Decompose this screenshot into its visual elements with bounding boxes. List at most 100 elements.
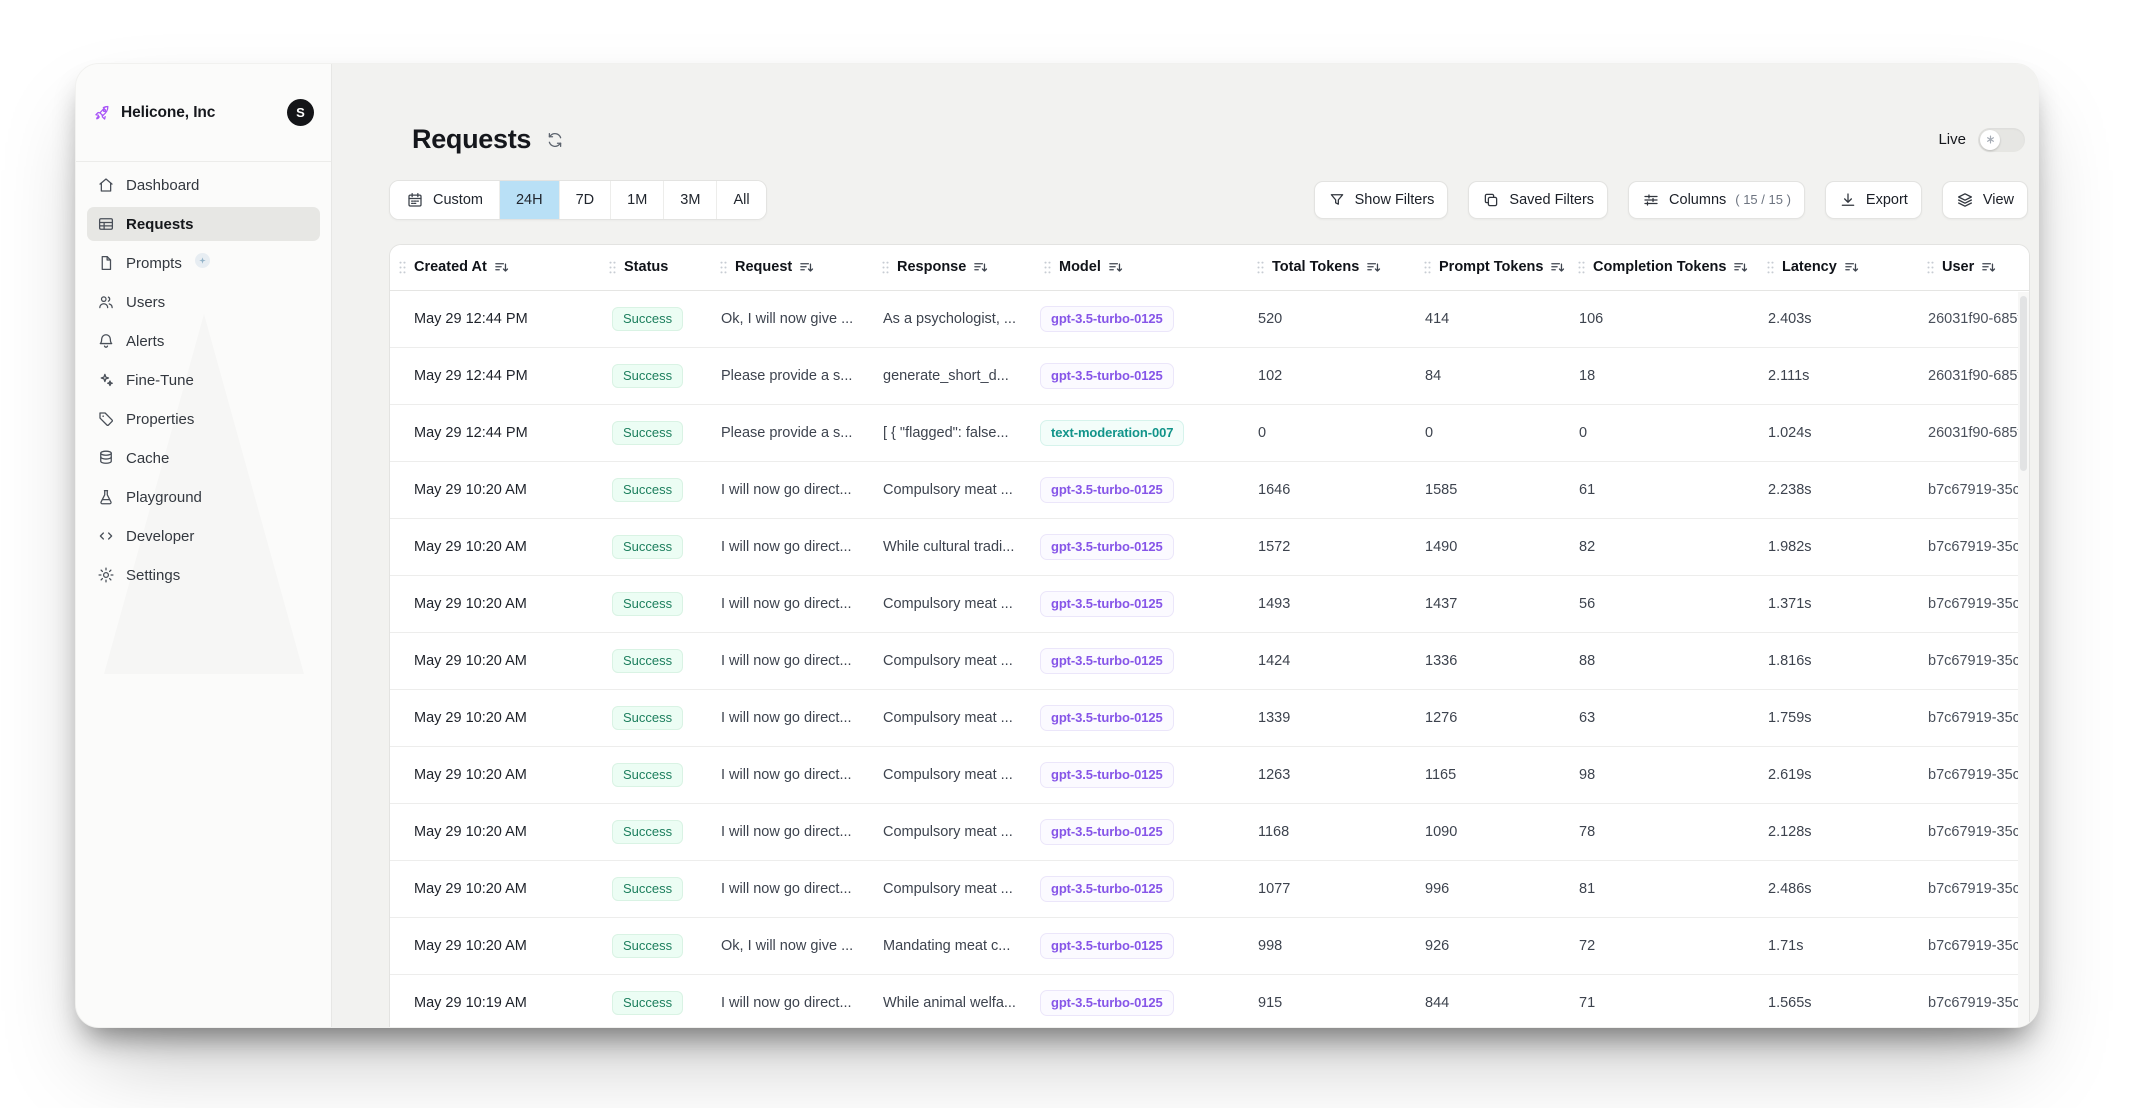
drag-handle-icon[interactable] — [1577, 260, 1586, 275]
cell-request: I will now go direct... — [714, 710, 876, 726]
sort-icon[interactable] — [494, 260, 509, 275]
sort-icon[interactable] — [1550, 260, 1565, 275]
cell-response: Compulsory meat ... — [876, 653, 1038, 669]
table-row[interactable]: May 29 10:20 AMSuccessI will now go dire… — [390, 633, 2029, 690]
sidebar-item-label: Requests — [126, 216, 194, 233]
sort-icon[interactable] — [1733, 260, 1748, 275]
table-row[interactable]: May 29 10:20 AMSuccessI will now go dire… — [390, 861, 2029, 918]
cell-response: Compulsory meat ... — [876, 824, 1038, 840]
status-badge: Success — [612, 592, 683, 616]
table-row[interactable]: May 29 12:44 PMSuccessPlease provide a s… — [390, 348, 2029, 405]
column-header-status[interactable]: Status — [603, 259, 714, 275]
drag-handle-icon[interactable] — [1766, 260, 1775, 275]
sidebar-item-label: Users — [126, 294, 165, 311]
table-row[interactable]: May 29 10:20 AMSuccessOk, I will now giv… — [390, 918, 2029, 975]
column-header-model[interactable]: Model — [1038, 259, 1251, 275]
drag-handle-icon[interactable] — [881, 260, 890, 275]
table-scrollbar[interactable] — [2018, 292, 2029, 1027]
drag-handle-icon[interactable] — [1043, 260, 1052, 275]
live-toggle[interactable] — [1978, 128, 2025, 152]
table-row[interactable]: May 29 12:44 PMSuccessOk, I will now giv… — [390, 291, 2029, 348]
table-row[interactable]: May 29 10:20 AMSuccessI will now go dire… — [390, 747, 2029, 804]
column-header-completion-tokens[interactable]: Completion Tokens — [1572, 259, 1761, 275]
drag-handle-icon[interactable] — [398, 260, 407, 275]
org-switcher[interactable]: Helicone, Inc S — [76, 64, 331, 162]
filter-row: Custom24H7D1M3MAll Show Filters Saved Fil… — [389, 180, 2028, 220]
column-label: Total Tokens — [1272, 259, 1359, 275]
sidebar-item-properties[interactable]: Properties — [87, 402, 320, 436]
cell-user: b7c67919-35c1 — [1921, 824, 2030, 840]
time-range-24h[interactable]: 24H — [499, 181, 559, 219]
sort-icon[interactable] — [1844, 260, 1859, 275]
cell-status: Success — [603, 763, 714, 787]
drag-handle-icon[interactable] — [719, 260, 728, 275]
table-row[interactable]: May 29 10:19 AMSuccessI will now go dire… — [390, 975, 2029, 1027]
cell-created-at: May 29 10:20 AM — [390, 938, 603, 954]
table-row[interactable]: May 29 12:44 PMSuccessPlease provide a s… — [390, 405, 2029, 462]
cell-response: Mandating meat c... — [876, 938, 1038, 954]
time-range-7d[interactable]: 7D — [559, 181, 611, 219]
sort-icon[interactable] — [799, 260, 814, 275]
column-header-prompt-tokens[interactable]: Prompt Tokens — [1418, 259, 1572, 275]
drag-handle-icon[interactable] — [1423, 260, 1432, 275]
sidebar-item-prompts[interactable]: Prompts — [87, 246, 320, 280]
cell-total-tokens: 998 — [1251, 938, 1418, 954]
drag-handle-icon[interactable] — [608, 260, 617, 275]
column-header-latency[interactable]: Latency — [1761, 259, 1921, 275]
cell-completion-tokens: 78 — [1572, 824, 1761, 840]
sort-icon[interactable] — [973, 260, 988, 275]
toggle-knob-asterisk-icon — [1980, 130, 2000, 150]
export-button[interactable]: Export — [1825, 181, 1922, 219]
sidebar-item-cache[interactable]: Cache — [87, 441, 320, 475]
column-header-request[interactable]: Request — [714, 259, 876, 275]
avatar[interactable]: S — [287, 99, 314, 126]
cell-completion-tokens: 72 — [1572, 938, 1761, 954]
columns-button[interactable]: Columns( 15 / 15 ) — [1628, 181, 1805, 219]
cell-total-tokens: 0 — [1251, 425, 1418, 441]
cell-completion-tokens: 81 — [1572, 881, 1761, 897]
sidebar-item-alerts[interactable]: Alerts — [87, 324, 320, 358]
table-row[interactable]: May 29 10:20 AMSuccessI will now go dire… — [390, 576, 2029, 633]
sidebar-item-users[interactable]: Users — [87, 285, 320, 319]
sort-icon[interactable] — [1366, 260, 1381, 275]
model-badge: gpt-3.5-turbo-0125 — [1040, 591, 1174, 617]
column-header-total-tokens[interactable]: Total Tokens — [1251, 259, 1418, 275]
cell-completion-tokens: 61 — [1572, 482, 1761, 498]
sort-icon[interactable] — [1981, 260, 1996, 275]
refresh-icon[interactable] — [546, 131, 564, 149]
view-button[interactable]: View — [1942, 181, 2028, 219]
show-filters-button[interactable]: Show Filters — [1314, 181, 1449, 219]
cell-model: gpt-3.5-turbo-0125 — [1038, 477, 1251, 503]
drag-handle-icon[interactable] — [1926, 260, 1935, 275]
scrollbar-thumb[interactable] — [2020, 296, 2027, 471]
table-row[interactable]: May 29 10:20 AMSuccessI will now go dire… — [390, 690, 2029, 747]
column-label: Latency — [1782, 259, 1837, 275]
cell-response: As a psychologist, ... — [876, 311, 1038, 327]
sidebar-item-settings[interactable]: Settings — [87, 558, 320, 592]
table-row[interactable]: May 29 10:20 AMSuccessI will now go dire… — [390, 519, 2029, 576]
sidebar-item-requests[interactable]: Requests — [87, 207, 320, 241]
cell-status: Success — [603, 820, 714, 844]
time-range-1m[interactable]: 1M — [610, 181, 663, 219]
saved-filters-button[interactable]: Saved Filters — [1468, 181, 1608, 219]
column-header-user[interactable]: User — [1921, 259, 2030, 275]
sidebar-item-fine-tune[interactable]: Fine-Tune — [87, 363, 320, 397]
cell-latency: 2.111s — [1761, 368, 1921, 384]
time-range-all[interactable]: All — [716, 181, 765, 219]
sidebar-item-playground[interactable]: Playground — [87, 480, 320, 514]
page-title: Requests — [412, 124, 531, 155]
sidebar-item-dashboard[interactable]: Dashboard — [87, 168, 320, 202]
column-header-created-at[interactable]: Created At — [390, 259, 603, 275]
time-range-3m[interactable]: 3M — [663, 181, 716, 219]
org-name: Helicone, Inc — [121, 104, 215, 122]
sort-icon[interactable] — [1108, 260, 1123, 275]
cell-created-at: May 29 10:20 AM — [390, 710, 603, 726]
time-range-custom[interactable]: Custom — [390, 181, 499, 219]
sidebar-item-developer[interactable]: Developer — [87, 519, 320, 553]
model-badge: gpt-3.5-turbo-0125 — [1040, 648, 1174, 674]
drag-handle-icon[interactable] — [1256, 260, 1265, 275]
table-row[interactable]: May 29 10:20 AMSuccessI will now go dire… — [390, 804, 2029, 861]
cell-created-at: May 29 10:19 AM — [390, 995, 603, 1011]
column-header-response[interactable]: Response — [876, 259, 1038, 275]
table-row[interactable]: May 29 10:20 AMSuccessI will now go dire… — [390, 462, 2029, 519]
